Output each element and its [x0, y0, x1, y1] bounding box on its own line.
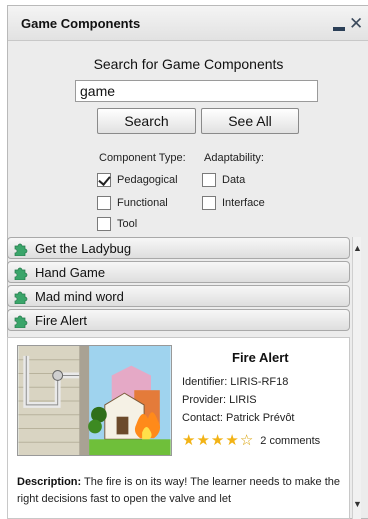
list-item[interactable]: Hand Game	[7, 261, 350, 283]
star-icon[interactable]: ★	[211, 433, 224, 448]
puzzle-piece-icon	[14, 243, 28, 256]
component-detail: Fire Alert Identifier: LIRIS-RF18 Provid…	[7, 337, 350, 519]
star-icon[interactable]: ★	[225, 433, 238, 448]
close-icon[interactable]: ✕	[349, 15, 365, 33]
puzzle-piece-icon	[14, 315, 28, 328]
checkbox-data[interactable]: Data	[202, 173, 245, 187]
star-icon[interactable]: ★	[196, 433, 209, 448]
search-area: Search for Game Components Search See Al…	[8, 42, 368, 242]
list-item[interactable]: Mad mind word	[7, 285, 350, 307]
checkbox-functional[interactable]: Functional	[97, 196, 168, 210]
list-item-label: Fire Alert	[35, 312, 88, 328]
search-button[interactable]: Search	[97, 108, 196, 134]
adaptability-label: Adaptability:	[204, 152, 264, 164]
checkbox-label: Data	[222, 174, 246, 186]
minimize-icon[interactable]	[331, 15, 347, 33]
window-title: Game Components	[21, 16, 141, 31]
checkbox-label: Functional	[117, 197, 168, 209]
checkbox-unchecked[interactable]	[97, 196, 111, 210]
checkbox-unchecked[interactable]	[97, 217, 111, 231]
list-item[interactable]: Fire Alert	[7, 309, 350, 331]
search-input[interactable]	[75, 80, 318, 102]
rating-stars[interactable]: ★ ★ ★ ★ ☆ 2 comments	[182, 433, 320, 448]
checkbox-unchecked[interactable]	[202, 173, 216, 187]
see-all-button[interactable]: See All	[201, 108, 299, 134]
checkbox-unchecked[interactable]	[202, 196, 216, 210]
scrollbar[interactable]: ▲ ▼	[352, 237, 362, 519]
detail-identifier: Identifier: LIRIS-RF18	[182, 376, 289, 388]
checkbox-label: Interface	[222, 197, 265, 209]
comments-link[interactable]: 2 comments	[260, 435, 320, 447]
list-item-label: Mad mind word	[35, 288, 124, 304]
description-label: Description:	[17, 476, 82, 488]
star-outline-icon[interactable]: ☆	[240, 433, 253, 448]
scroll-down-icon[interactable]: ▼	[353, 499, 362, 509]
scroll-up-icon[interactable]: ▲	[353, 243, 362, 253]
fire-alert-illustration	[17, 345, 172, 456]
component-type-label: Component Type:	[99, 152, 186, 164]
puzzle-piece-icon	[14, 291, 28, 304]
list-item[interactable]: Get the Ladybug	[7, 237, 350, 259]
checkbox-label: Tool	[117, 218, 138, 230]
puzzle-piece-icon	[14, 267, 28, 280]
checkbox-label: Pedagogical	[117, 174, 178, 186]
checkbox-interface[interactable]: Interface	[202, 196, 265, 210]
detail-description: Description: The fire is on its way! The…	[17, 474, 347, 508]
detail-contact: Contact: Patrick Prévôt	[182, 412, 295, 424]
search-heading: Search for Game Components	[93, 56, 284, 72]
star-icon[interactable]: ★	[182, 433, 195, 448]
detail-provider: Provider: LIRIS	[182, 394, 257, 406]
checkbox-tool[interactable]: Tool	[97, 217, 137, 231]
checkbox-checked[interactable]	[97, 173, 111, 187]
list-item-label: Get the Ladybug	[35, 240, 132, 256]
title-bar: Game Components ✕	[8, 6, 368, 41]
detail-title: Fire Alert	[232, 350, 289, 365]
list-item-label: Hand Game	[35, 264, 106, 280]
checkbox-pedagogical[interactable]: Pedagogical	[97, 173, 178, 187]
